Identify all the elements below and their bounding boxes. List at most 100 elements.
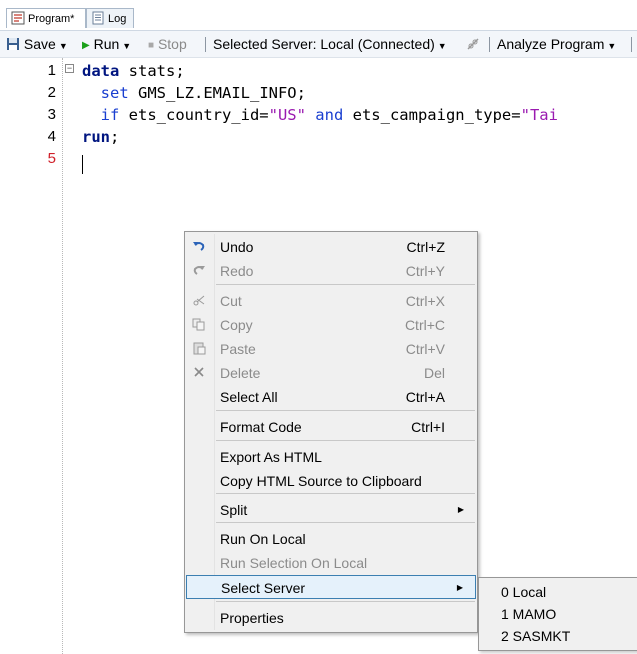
- save-label: Save: [23, 36, 56, 52]
- code-line: 3 if ets_country_id="US" and ets_campaig…: [0, 104, 637, 126]
- code-token: run: [82, 128, 110, 146]
- server-selector[interactable]: Selected Server: Local (Connected) ▼: [213, 31, 447, 57]
- menu-item-select-server[interactable]: Select Server ▶: [186, 575, 476, 599]
- stop-icon: ■: [148, 40, 155, 51]
- menu-item-label: Run Selection On Local: [220, 555, 368, 571]
- code-token: stats;: [119, 62, 185, 80]
- tab-log-label: Log: [108, 13, 127, 25]
- paste-icon: [191, 341, 207, 357]
- menu-separator: [216, 493, 475, 494]
- menu-item-shortcut: Ctrl+V: [405, 341, 445, 357]
- context-menu: Undo Ctrl+Z Redo Ctrl+Y Cut Ctrl+X Copy Ctrl+C P…: [184, 231, 478, 633]
- menu-item-delete[interactable]: Delete Del: [186, 361, 476, 385]
- menu-item-label: Undo: [220, 239, 254, 255]
- server-option[interactable]: 2 SASMKT: [501, 625, 570, 647]
- menu-item-split[interactable]: Split ▶: [186, 498, 476, 522]
- code-token: "Tai: [520, 106, 558, 124]
- code-token: "US": [268, 106, 306, 124]
- menu-separator: [216, 410, 475, 411]
- log-icon: [91, 11, 105, 25]
- toolbar: Save ▼ ▶ Run ▼ ■ Stop Selected Server: Loc…: [0, 31, 637, 58]
- code-token: if: [82, 106, 120, 124]
- menu-item-cut[interactable]: Cut Ctrl+X: [186, 289, 476, 313]
- run-button[interactable]: ▶ Run ▼: [82, 31, 131, 57]
- menu-item-label: Split: [220, 502, 248, 518]
- code-token: data: [82, 62, 120, 80]
- menu-separator: [216, 522, 475, 523]
- tab-program-label: Program*: [28, 13, 75, 25]
- menu-item-label: Run On Local: [220, 531, 306, 547]
- save-button[interactable]: Save ▼: [6, 31, 68, 57]
- menu-item-shortcut: Ctrl+Z: [406, 239, 446, 255]
- menu-item-label: Copy HTML Source to Clipboard: [220, 473, 422, 489]
- code-line: 5: [0, 148, 637, 170]
- menu-item-copy[interactable]: Copy Ctrl+C: [186, 313, 476, 337]
- menu-separator: [216, 601, 475, 602]
- code-text: run;: [82, 126, 119, 148]
- menu-item-paste[interactable]: Paste Ctrl+V: [186, 337, 476, 361]
- menu-item-shortcut: Ctrl+I: [411, 419, 445, 435]
- menu-item-redo[interactable]: Redo Ctrl+Y: [186, 259, 476, 283]
- server-submenu: 0 Local 1 MAMO 2 SASMKT: [478, 577, 637, 651]
- menu-item-label: Select Server: [221, 580, 306, 596]
- cut-icon: [191, 293, 207, 309]
- text-cursor: [82, 155, 83, 174]
- run-label: Run: [93, 36, 120, 52]
- menu-item-copy-html-source-to-clipboard[interactable]: Copy HTML Source to Clipboard: [186, 469, 476, 493]
- fold-toggle-icon[interactable]: −: [65, 64, 74, 73]
- code-line: 4 run;: [0, 126, 637, 148]
- menu-item-label: Paste: [220, 341, 256, 357]
- server-dropdown-icon[interactable]: ▼: [438, 41, 447, 51]
- line-number: 3: [47, 106, 56, 123]
- copy-icon: [191, 317, 207, 333]
- menu-separator: [216, 284, 475, 285]
- menu-item-select-all[interactable]: Select All Ctrl+A: [186, 385, 476, 409]
- line-number: 5: [47, 150, 56, 167]
- menu-item-label: Properties: [220, 610, 284, 626]
- save-dropdown-icon[interactable]: ▼: [59, 41, 68, 51]
- toolbar-separator: [489, 37, 490, 52]
- code-token: ets_country_id=: [119, 106, 269, 124]
- analyze-label: Analyze Program: [497, 36, 605, 52]
- code-text: if ets_country_id="US" and ets_campaign_…: [82, 104, 558, 126]
- submenu-arrow-icon: ▶: [456, 583, 463, 592]
- menu-item-label: Select All: [220, 389, 278, 405]
- menu-item-properties[interactable]: Properties: [186, 606, 476, 630]
- line-number: 1: [47, 62, 56, 79]
- menu-item-undo[interactable]: Undo Ctrl+Z: [186, 235, 476, 259]
- delete-icon: [191, 365, 207, 381]
- code-text: data stats;: [82, 60, 185, 82]
- server-option[interactable]: 1 MAMO: [501, 603, 556, 625]
- menu-item-run-selection-on-local[interactable]: Run Selection On Local: [186, 551, 476, 575]
- tab-log[interactable]: Log: [86, 8, 134, 28]
- menu-item-label: Copy: [220, 317, 253, 333]
- disconnect-icon[interactable]: [466, 31, 480, 57]
- menu-item-label: Export As HTML: [220, 449, 322, 465]
- tab-program[interactable]: Program*: [6, 8, 86, 28]
- menu-item-label: Format Code: [220, 419, 302, 435]
- server-label: Selected Server: Local (Connected): [213, 36, 435, 52]
- server-option[interactable]: 0 Local: [501, 581, 546, 603]
- run-dropdown-icon[interactable]: ▼: [122, 41, 131, 51]
- program-icon: [11, 11, 25, 25]
- analyze-dropdown-icon[interactable]: ▼: [607, 41, 616, 51]
- stop-label: Stop: [157, 36, 187, 52]
- code-token: ;: [110, 128, 120, 146]
- toolbar-separator: [631, 37, 632, 52]
- save-icon: [6, 33, 20, 57]
- code-token: and: [305, 106, 344, 124]
- menu-item-run-on-local[interactable]: Run On Local: [186, 527, 476, 551]
- line-number: 4: [47, 128, 56, 145]
- line-number: 2: [47, 84, 56, 101]
- code-token: GMS_LZ.EMAIL_INFO;: [128, 84, 306, 102]
- menu-item-export-as-html[interactable]: Export As HTML: [186, 445, 476, 469]
- analyze-program-button[interactable]: Analyze Program ▼: [497, 31, 616, 57]
- menu-item-format-code[interactable]: Format Code Ctrl+I: [186, 415, 476, 439]
- undo-icon: [191, 239, 207, 255]
- menu-item-label: Redo: [220, 263, 254, 279]
- code-token: set: [82, 84, 129, 102]
- menu-item-shortcut: Del: [423, 365, 445, 381]
- submenu-arrow-icon: ▶: [457, 505, 464, 514]
- stop-button[interactable]: ■ Stop: [148, 31, 187, 57]
- menu-item-label: Cut: [220, 293, 242, 309]
